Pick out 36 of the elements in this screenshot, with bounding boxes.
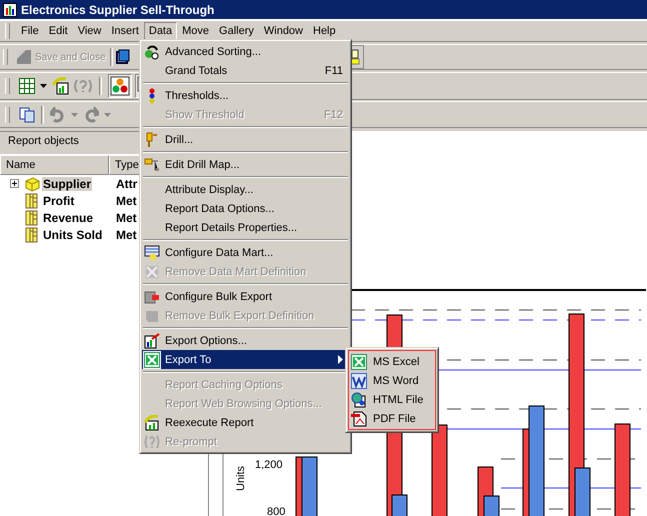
menu-item[interactable]: Configure Data Mart... bbox=[142, 243, 349, 262]
table-cell-text: Met bbox=[115, 228, 137, 242]
menu-item[interactable]: Report Details Properties... bbox=[142, 218, 349, 237]
menu-item[interactable]: Gallery bbox=[214, 22, 259, 40]
object-name[interactable]: Revenue bbox=[42, 210, 94, 224]
menu-item[interactable]: File bbox=[16, 22, 44, 40]
menu-item[interactable]: Reexecute Report bbox=[142, 413, 349, 432]
menu-item[interactable]: Attribute Display... bbox=[142, 180, 349, 199]
menu-item[interactable]: Move bbox=[177, 22, 214, 40]
menu-item[interactable]: Window bbox=[258, 22, 308, 40]
menu-item[interactable]: PDF File bbox=[349, 409, 435, 428]
window-title: Electronics Supplier Sell-Through bbox=[21, 2, 214, 16]
menu-item[interactable]: Thresholds... bbox=[142, 86, 349, 105]
menu-item[interactable]: HTML File bbox=[349, 390, 435, 409]
menu-item[interactable]: Configure Bulk Export bbox=[142, 287, 349, 306]
object-name[interactable]: Supplier bbox=[42, 176, 92, 190]
menu-item[interactable]: Edit Drill Map... bbox=[142, 155, 349, 174]
menu-item[interactable]: Help bbox=[308, 22, 341, 40]
menu-item[interactable]: View bbox=[72, 22, 106, 40]
table-cell-text: Met bbox=[115, 194, 137, 208]
menu-item[interactable]: Grand Totals F11 bbox=[142, 61, 349, 80]
menu-item[interactable]: MS Word bbox=[349, 371, 435, 390]
table-cell-text: Attr bbox=[115, 176, 138, 190]
menu-item[interactable]: Export Options... bbox=[142, 331, 349, 350]
tick-label: 1,200 bbox=[255, 459, 283, 471]
tick-label: 800 bbox=[267, 506, 286, 516]
axis-label: Units bbox=[235, 466, 247, 491]
menu-item[interactable]: Advanced Sorting... bbox=[142, 42, 349, 61]
table-cell-text: Met bbox=[115, 210, 137, 224]
menu-item[interactable]: MS Excel bbox=[349, 352, 435, 371]
menu-item[interactable]: Edit bbox=[44, 22, 73, 40]
object-name[interactable]: Profit bbox=[42, 194, 76, 208]
object-name[interactable]: Units Sold bbox=[42, 228, 104, 242]
menu-item[interactable]: Report Data Options... bbox=[142, 199, 349, 218]
menu-item[interactable]: Insert bbox=[106, 22, 144, 40]
column-header[interactable]: Name bbox=[0, 155, 109, 175]
